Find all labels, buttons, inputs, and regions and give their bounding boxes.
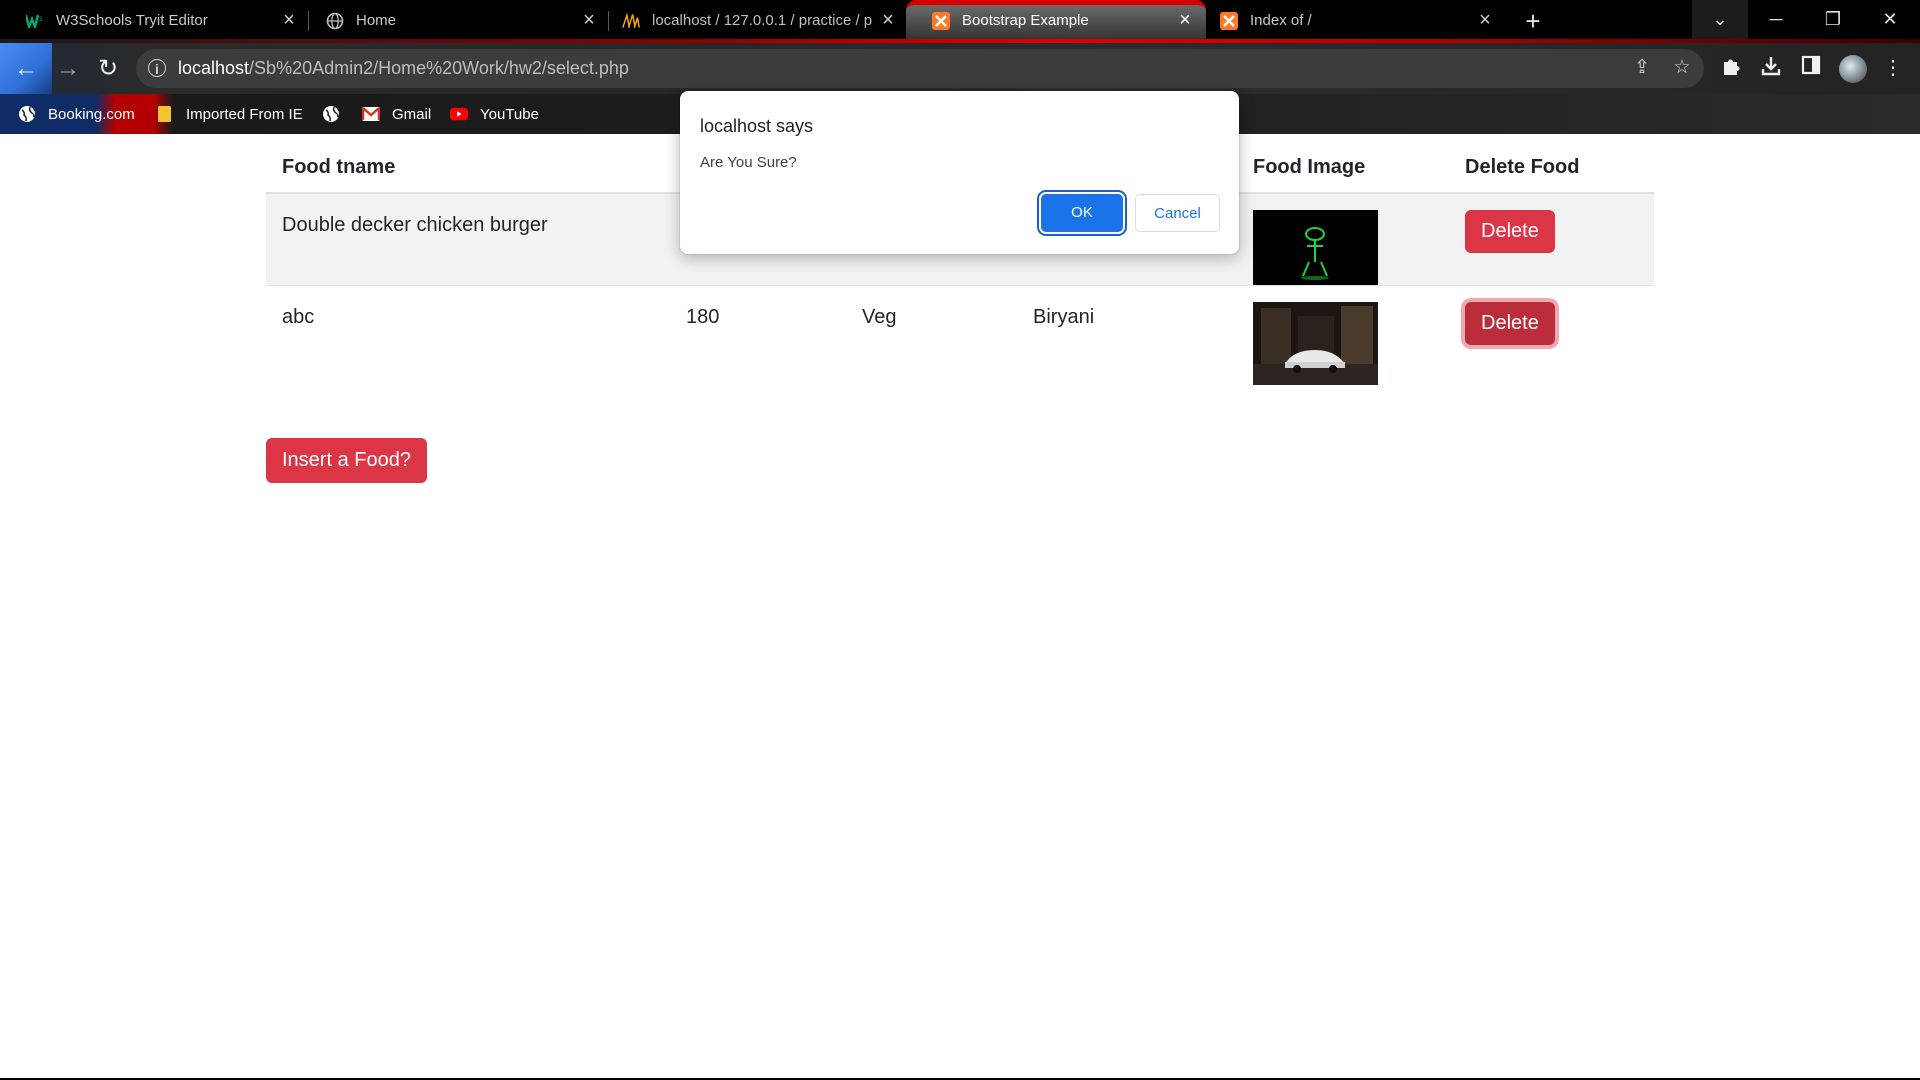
tab-index-of[interactable]: Index of / × <box>1194 0 1499 41</box>
globe-icon <box>18 105 36 123</box>
confirm-dialog: localhost says Are You Sure? OK Cancel <box>680 91 1239 254</box>
extensions-puzzle-icon[interactable] <box>1718 55 1744 81</box>
back-arrow-icon[interactable]: ← <box>10 53 42 85</box>
bookmark-label: Gmail <box>392 105 432 123</box>
browser-toolbar: ← → ↻ i localhost/Sb%20Admin2/Home%20Wor… <box>0 43 1920 94</box>
youtube-icon <box>450 105 468 123</box>
bookmark-youtube[interactable]: YouTube <box>450 103 539 125</box>
url-host: localhost <box>178 58 250 78</box>
tab-title: localhost / 127.0.0.1 / practice / p <box>652 12 872 29</box>
kebab-menu-icon[interactable]: ⋮ <box>1880 55 1906 81</box>
page-content: Food tname Food Image Delete Food Double… <box>0 134 1920 1080</box>
w3schools-icon: 3 <box>26 12 44 30</box>
close-icon[interactable]: × <box>877 9 899 31</box>
svg-text:3: 3 <box>39 17 43 23</box>
ok-button[interactable]: OK <box>1041 194 1123 232</box>
tab-bootstrap-example[interactable]: Bootstrap Example × <box>906 0 1206 43</box>
reload-icon[interactable]: ↻ <box>92 53 124 85</box>
tab-strip: 3 W3Schools Tryit Editor × Home × localh… <box>0 0 1920 43</box>
food-thumbnail <box>1253 302 1378 385</box>
tab-title: W3Schools Tryit Editor <box>56 12 208 29</box>
bookmark-globe[interactable] <box>322 103 352 125</box>
new-tab-plus-icon[interactable]: + <box>1520 8 1546 34</box>
food-image-cell <box>1237 193 1449 286</box>
column-header-name: Food tname <box>266 142 670 194</box>
gmail-icon <box>362 105 380 123</box>
share-icon[interactable]: ⇪ <box>1631 57 1653 79</box>
bookmark-imported-from-ie[interactable]: Imported From IE <box>156 103 303 125</box>
food-price-cell: 180 <box>686 306 720 328</box>
close-icon[interactable]: × <box>1474 9 1496 31</box>
forward-arrow-icon[interactable]: → <box>52 53 84 85</box>
close-icon[interactable]: × <box>278 9 300 31</box>
food-category-cell: Biryani <box>1033 306 1095 328</box>
bookmark-label: Imported From IE <box>186 105 303 123</box>
tab-title: Bootstrap Example <box>962 12 1089 29</box>
insert-food-button[interactable]: Insert a Food? <box>266 438 427 483</box>
table-row: abc 180 Veg Biryani Delete <box>266 286 1654 390</box>
delete-cell: Delete <box>1449 286 1654 390</box>
tab-home[interactable]: Home × <box>300 0 605 41</box>
phpmyadmin-icon <box>622 12 640 30</box>
tab-phpmyadmin[interactable]: localhost / 127.0.0.1 / practice / p × <box>596 0 901 41</box>
food-name-cell: abc <box>282 306 315 328</box>
food-thumbnail <box>1253 210 1378 285</box>
delete-button[interactable]: Delete <box>1465 210 1555 253</box>
star-bookmark-icon[interactable]: ☆ <box>1671 57 1693 79</box>
window-close-icon[interactable]: ✕ <box>1862 0 1918 40</box>
tab-title: Index of / <box>1250 12 1312 29</box>
folder-icon <box>156 105 174 123</box>
food-name-cell: Double decker chicken burger <box>266 193 670 286</box>
site-info-icon[interactable]: i <box>148 59 166 77</box>
food-type-cell: Veg <box>862 306 897 328</box>
address-bar[interactable]: i localhost/Sb%20Admin2/Home%20Work/hw2/… <box>136 49 1704 88</box>
bookmark-label: Booking.com <box>48 105 135 123</box>
url-path: /Sb%20Admin2/Home%20Work/hw2/select.php <box>249 58 629 78</box>
dialog-title: localhost says <box>700 116 814 136</box>
tab-w3schools[interactable]: 3 W3Schools Tryit Editor × <box>0 0 305 41</box>
restore-icon[interactable]: ❐ <box>1805 0 1861 40</box>
globe-icon <box>326 12 344 30</box>
tab-title: Home <box>356 12 397 29</box>
close-icon[interactable]: × <box>1174 9 1196 31</box>
bookmark-booking[interactable]: Booking.com <box>18 103 135 125</box>
dialog-message: Are You Sure? <box>700 154 797 171</box>
url-text: localhost/Sb%20Admin2/Home%20Work/hw2/se… <box>178 58 629 79</box>
tab-search-chevron-icon[interactable]: ⌄ <box>1692 0 1748 40</box>
side-panel-icon[interactable] <box>1798 55 1824 81</box>
cancel-button[interactable]: Cancel <box>1135 194 1220 232</box>
minimize-icon[interactable]: ─ <box>1748 0 1804 40</box>
download-icon[interactable] <box>1758 55 1784 81</box>
globe-icon <box>322 105 340 123</box>
profile-avatar[interactable] <box>1839 55 1867 83</box>
xampp-icon <box>1220 12 1238 30</box>
bookmark-gmail[interactable]: Gmail <box>362 103 431 125</box>
delete-button[interactable]: Delete <box>1465 302 1555 345</box>
column-header-delete-food: Delete Food <box>1449 142 1654 194</box>
food-image-cell <box>1237 286 1449 390</box>
xampp-icon <box>932 12 950 30</box>
column-header-food-image: Food Image <box>1237 142 1449 194</box>
delete-cell: Delete <box>1449 193 1654 286</box>
bookmark-label: YouTube <box>480 105 539 123</box>
